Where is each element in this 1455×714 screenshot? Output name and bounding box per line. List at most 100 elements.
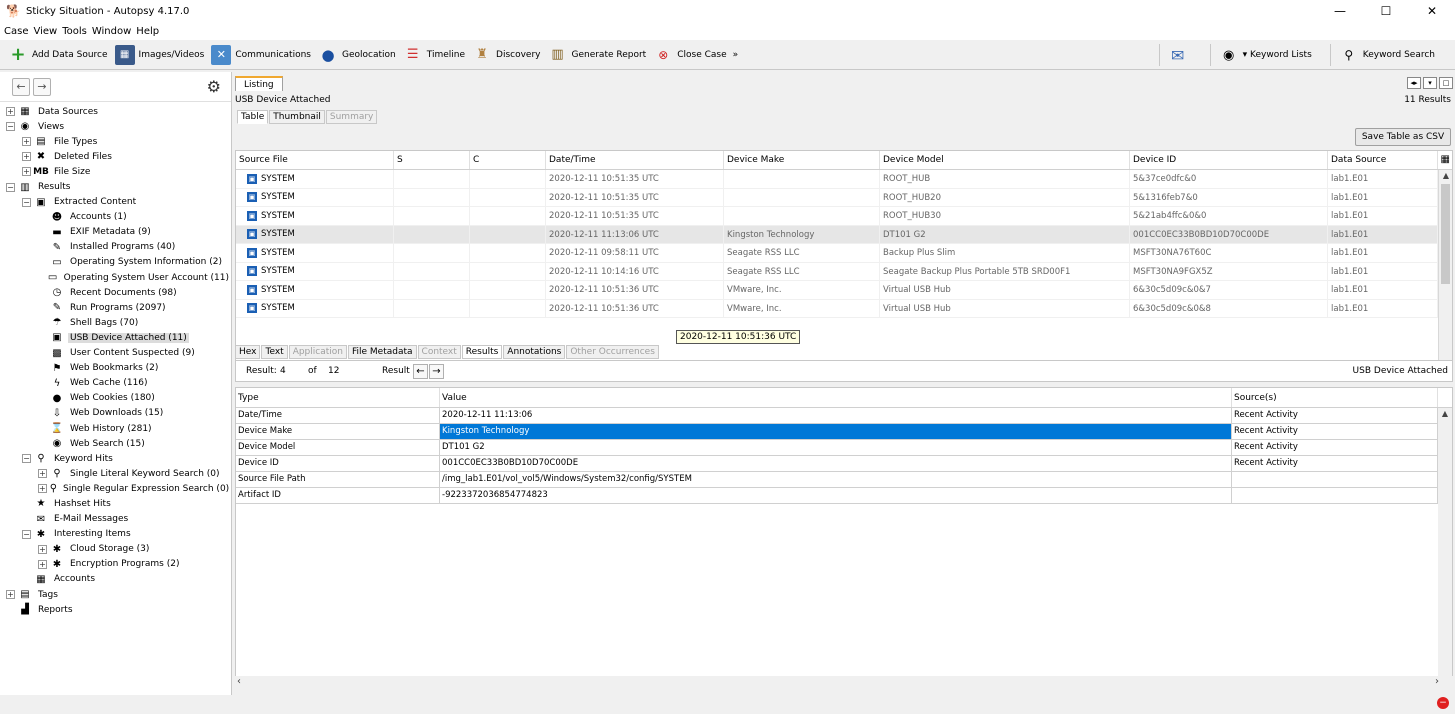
column-header[interactable]: Value	[440, 388, 1232, 407]
add-data-source-button[interactable]: + Add Data Source	[8, 43, 107, 67]
tab-maximize-button[interactable]: □	[1439, 77, 1453, 89]
column-chooser-icon[interactable]: ▦	[1441, 154, 1450, 165]
tree-node[interactable]: ☂ Shell Bags (70)	[0, 315, 231, 330]
save-table-csv-button[interactable]: Save Table as CSV	[1355, 128, 1451, 146]
tree-expander-icon[interactable]: +	[38, 469, 47, 479]
content-tab[interactable]: Hex	[235, 345, 261, 359]
tree-expander-icon[interactable]: +	[6, 107, 15, 117]
menu-view[interactable]: View	[33, 26, 57, 37]
artifact-row[interactable]: Source File Path/img_lab1.E01/vol_vol5/W…	[236, 472, 1452, 488]
column-header[interactable]: Data Source	[1328, 151, 1438, 169]
tree-expander-icon[interactable]: −	[6, 122, 15, 132]
content-tab[interactable]: Results	[461, 345, 503, 359]
tree-node[interactable]: ✉ E-Mail Messages	[0, 512, 231, 527]
tab-thumbnail[interactable]: Thumbnail	[269, 110, 325, 124]
tab-scroll-left-button[interactable]: ◂▸	[1407, 77, 1421, 89]
menu-case[interactable]: Case	[4, 26, 28, 37]
tree-expander-icon[interactable]: +	[38, 484, 47, 494]
tree-node[interactable]: − ✱ Interesting Items	[0, 527, 231, 542]
tree-node[interactable]: − ▣ Extracted Content	[0, 195, 231, 210]
maximize-button[interactable]: ☐	[1363, 0, 1409, 22]
tree-node[interactable]: − ▥ Results	[0, 179, 231, 194]
column-header[interactable]: S	[394, 151, 470, 169]
tree-node[interactable]: ★ Hashset Hits	[0, 496, 231, 511]
tree-node[interactable]: ϟ Web Cache (116)	[0, 376, 231, 391]
tree-node[interactable]: ▩ User Content Suspected (9)	[0, 346, 231, 361]
tree-node[interactable]: ⇩ Web Downloads (15)	[0, 406, 231, 421]
table-row[interactable]: ▣ SYSTEM 2020-12-11 09:58:11 UTC Seagate RS…	[236, 244, 1452, 263]
email-button[interactable]: ✉	[1168, 43, 1192, 67]
tree-node[interactable]: ▣ USB Device Attached (11)	[0, 330, 231, 345]
close-button[interactable]: ✕	[1409, 0, 1455, 22]
content-tab[interactable]: Annotations	[503, 345, 566, 359]
keyword-search-button[interactable]: ⚲ Keyword Search	[1339, 43, 1435, 67]
column-header[interactable]: Source(s)	[1232, 388, 1438, 407]
previous-result-button[interactable]: ←	[413, 364, 428, 379]
content-tab[interactable]: Text	[261, 345, 288, 359]
column-header[interactable]: Device Model	[880, 151, 1130, 169]
tree-expander-icon[interactable]: +	[22, 137, 31, 147]
column-header[interactable]: Type	[236, 388, 440, 407]
tree-node[interactable]: + ⚲ Single Regular Expression Search (0)	[0, 481, 231, 496]
table-row[interactable]: ▣ SYSTEM 2020-12-11 10:51:35 UTC ROOT_HUB30…	[236, 207, 1452, 226]
toolbar-overflow-icon[interactable]: »	[733, 50, 739, 60]
gear-icon[interactable]: ⚙	[207, 77, 221, 96]
artifact-row[interactable]: Artifact ID -9223372036854774823	[236, 488, 1452, 504]
generate-report-button[interactable]: ▥ Generate Report	[547, 43, 646, 67]
tree-node[interactable]: ● Web Cookies (180)	[0, 391, 231, 406]
tree-node[interactable]: + ▤ Tags	[0, 587, 231, 602]
tree-node[interactable]: ▭ Operating System Information (2)	[0, 255, 231, 270]
artifact-row[interactable]: Device ID 001CC0EC33B0BD10D70C00DE Recent …	[236, 456, 1452, 472]
tree-node[interactable]: ⌛ Web History (281)	[0, 421, 231, 436]
artifact-details-hscrollbar[interactable]: ‹ ›	[235, 676, 1453, 690]
error-notification-icon[interactable]: −	[1437, 697, 1449, 709]
menu-window[interactable]: Window	[92, 26, 131, 37]
tree-node[interactable]: ◷ Recent Documents (98)	[0, 285, 231, 300]
back-button[interactable]: ←	[12, 77, 30, 96]
tab-table[interactable]: Table	[237, 110, 269, 124]
tree-node[interactable]: ▬ EXIF Metadata (9)	[0, 225, 231, 240]
table-row[interactable]: ▣ SYSTEM 2020-12-11 10:51:35 UTC ROOT_HUB 5&…	[236, 170, 1452, 189]
tree-node[interactable]: ☻ Accounts (1)	[0, 210, 231, 225]
column-header[interactable]: Device Make	[724, 151, 880, 169]
tree-node[interactable]: ✎ Installed Programs (40)	[0, 240, 231, 255]
table-row[interactable]: ▣ SYSTEM 2020-12-11 10:14:16 UTC Seagate RS…	[236, 262, 1452, 281]
tree-node[interactable]: + ⚲ Single Literal Keyword Search (0)	[0, 466, 231, 481]
artifact-row[interactable]: Date/Time 2020-12-11 11:13:06 Recent Activ…	[236, 408, 1452, 424]
tree-node[interactable]: ◉ Web Search (15)	[0, 436, 231, 451]
tree-expander-icon[interactable]: +	[22, 152, 31, 162]
minimize-button[interactable]: —	[1317, 0, 1363, 22]
tree-expander-icon[interactable]: −	[22, 454, 31, 464]
table-row[interactable]: ▣ SYSTEM 2020-12-11 10:51:36 UTC VMware, In…	[236, 281, 1452, 300]
tree-node[interactable]: + ✖ Deleted Files	[0, 149, 231, 164]
tree-node[interactable]: − ⚲ Keyword Hits	[0, 451, 231, 466]
column-header[interactable]: C	[470, 151, 546, 169]
tree-expander-icon[interactable]: +	[22, 167, 31, 177]
tree-node[interactable]: + ▦ Data Sources	[0, 104, 231, 119]
tree-node[interactable]: ▦ Accounts	[0, 572, 231, 587]
tree-expander-icon[interactable]: +	[38, 559, 47, 569]
results-table-vscrollbar[interactable]: ▲▼	[1438, 170, 1452, 379]
tree-expander-icon[interactable]: −	[22, 197, 31, 207]
discovery-button[interactable]: ♜ Discovery	[472, 43, 540, 67]
column-header[interactable]: Device ID	[1130, 151, 1328, 169]
tree-node[interactable]: ✎ Run Programs (2097)	[0, 300, 231, 315]
tree-expander-icon[interactable]: +	[38, 544, 47, 554]
close-case-button[interactable]: ⊗ Close Case »	[653, 43, 738, 67]
table-row[interactable]: ▣ SYSTEM 2020-12-11 10:51:36 UTC VMware, In…	[236, 299, 1452, 318]
next-result-button[interactable]: →	[429, 364, 444, 379]
tree-expander-icon[interactable]: +	[6, 590, 15, 600]
tree-node[interactable]: ▭ Operating System User Account (11)	[0, 270, 231, 285]
artifact-details-vscrollbar[interactable]: ▲▼	[1438, 408, 1452, 689]
keyword-lists-button[interactable]: ◉ ▾ Keyword Lists	[1219, 43, 1312, 67]
tree-expander-icon[interactable]: −	[22, 529, 31, 539]
tree-node[interactable]: ⚑ Web Bookmarks (2)	[0, 361, 231, 376]
tree-expander-icon[interactable]: −	[6, 182, 15, 192]
forward-button[interactable]: →	[33, 77, 51, 96]
communications-button[interactable]: ✕ Communications	[211, 43, 311, 67]
column-header[interactable]: Source File	[236, 151, 394, 169]
table-row[interactable]: ▣ SYSTEM 2020-12-11 10:51:35 UTC ROOT_HUB20…	[236, 188, 1452, 207]
geolocation-button[interactable]: ● Geolocation	[318, 43, 395, 67]
images-videos-button[interactable]: ▦ Images/Videos	[114, 43, 204, 67]
tab-listing[interactable]: Listing	[235, 76, 283, 91]
